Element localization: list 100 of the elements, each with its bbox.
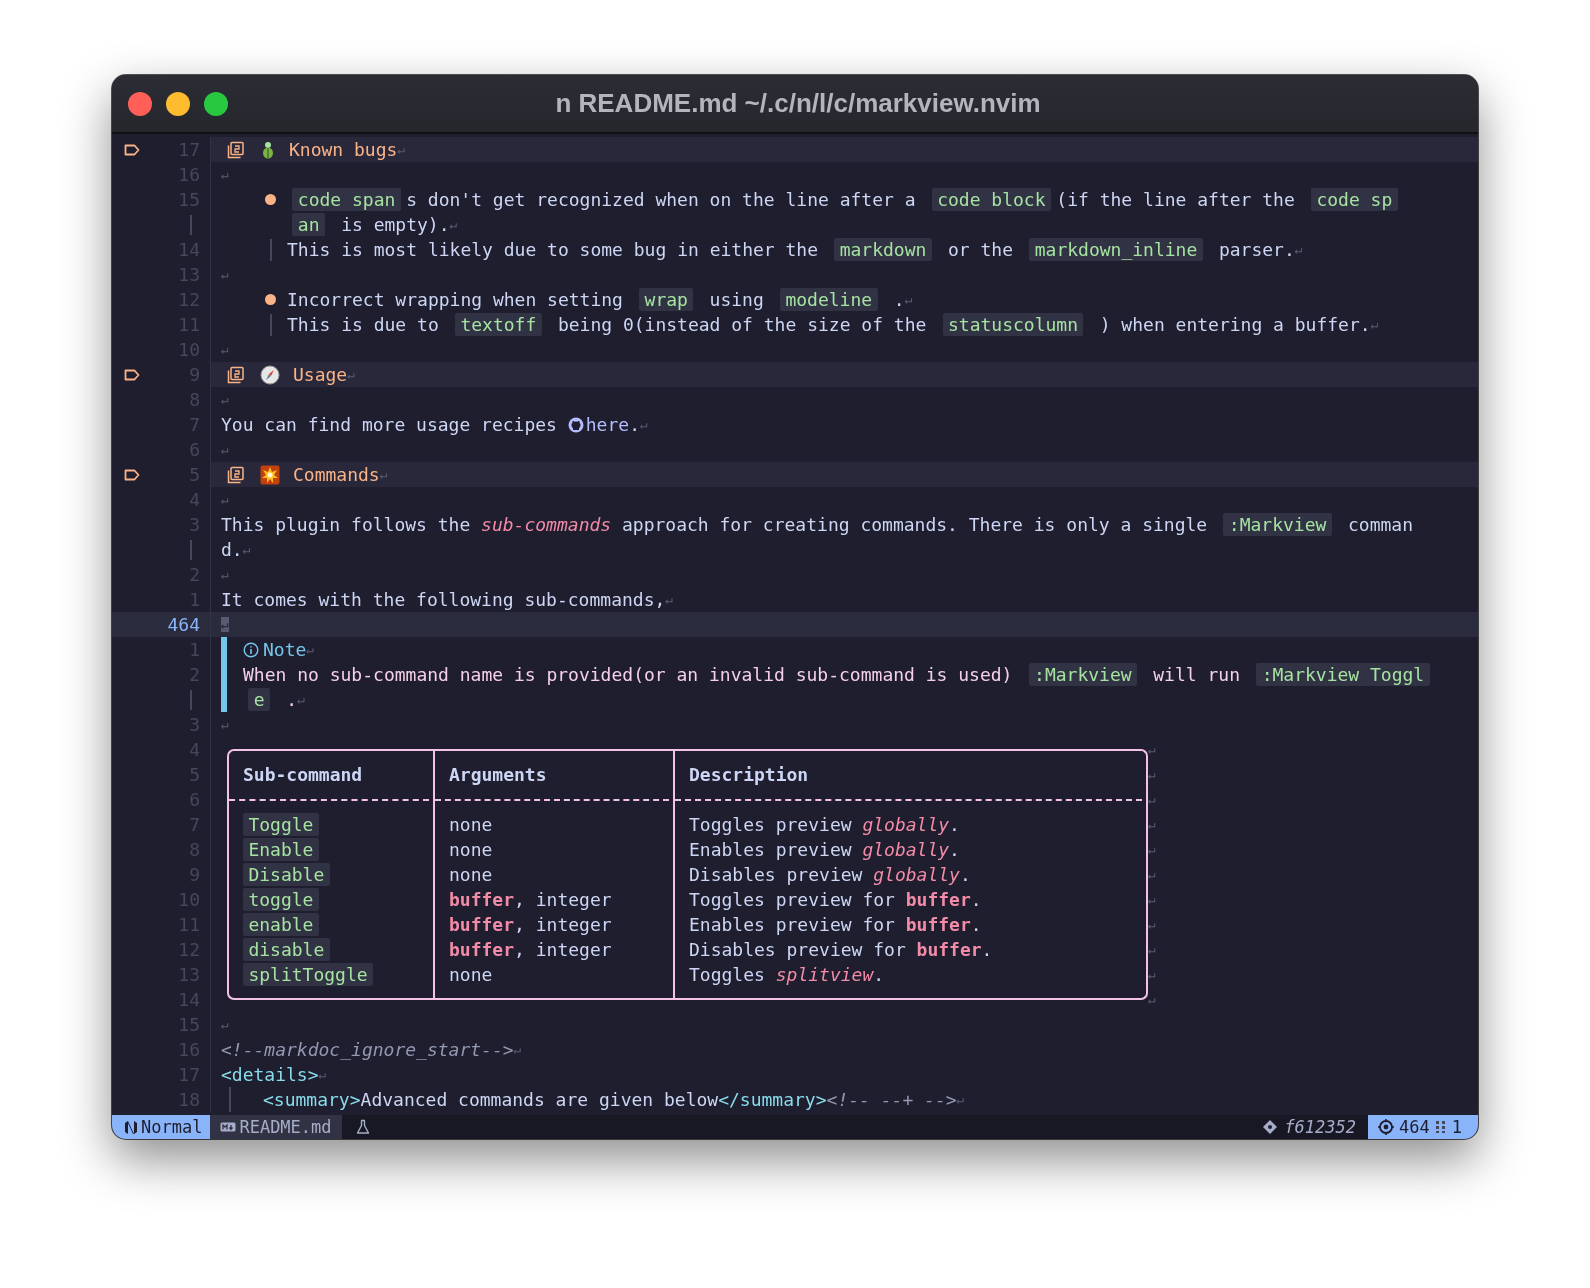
text: . [892,289,905,310]
text: being 0(instead of the size of the [556,314,928,335]
table-cell: Toggles preview for buffer. [689,889,982,910]
line-end-marker: ↵ [221,267,229,282]
minimize-button[interactable] [166,91,190,116]
table-cell: none [449,814,493,835]
html-tag: <summary> [263,1089,361,1110]
inline-code: toggle [243,888,319,911]
table-cell: buffer, integer [449,939,612,960]
column-header: Arguments [449,764,547,785]
line-end-marker: ↵ [297,692,305,707]
table-cell: Enables preview for buffer. [689,914,982,935]
line-end-marker: ↵ [397,142,406,157]
line-end-marker: ↵ [221,442,229,457]
callout-title: Note [263,639,307,660]
line-end-marker: ↵ [1148,942,1156,957]
git-commit-icon [1262,1119,1279,1135]
text: comman [1347,514,1414,535]
line-end-marker: ↵ [221,492,229,507]
line-end-marker: ↵ [1148,892,1156,907]
burst-icon [260,464,280,485]
line-end-marker: ↵ [1148,917,1156,932]
line-end-marker: ↵ [956,1092,965,1107]
bullet-icon [265,194,276,205]
wrap-marker [190,689,192,710]
commit-hash: f612352 [1284,1117,1357,1137]
heading-text: Commands [293,464,380,485]
inline-code: code sp [1311,188,1398,211]
link[interactable]: here [585,414,630,435]
line-end-marker: ↵ [379,467,388,482]
callout-text: . [285,689,298,710]
inline-code: markdown_inline [1029,238,1203,261]
line-end-marker: ↵ [449,217,458,232]
text: This is most likely due to some bug in either the [287,239,819,260]
text: You can find more usage recipes [221,414,558,435]
line-end-marker: ↵ [318,1067,327,1082]
inline-code: code block [931,188,1051,211]
inline-code: splitToggle [243,963,374,986]
column-header: Description [689,764,809,785]
line-end-marker: ↵ [1148,767,1156,782]
column-position: 1 [1451,1117,1462,1137]
line-end-marker: ↵ [1148,867,1156,882]
line-end-marker: ↵ [1148,742,1156,757]
line-end-marker: ↵ [904,292,913,307]
text: This plugin follows the [221,514,472,535]
inline-code: markdown [834,238,932,261]
inline-code: disable [243,938,330,961]
inline-code: :Markview [1028,663,1138,686]
inline-code: :Markview Toggl [1256,663,1430,686]
line-end-marker: ↵ [1148,992,1156,1007]
github-icon [567,416,584,433]
markdown-icon [220,1121,237,1133]
text: approach for creating commands. There is only a single [620,514,1209,535]
window-title: n README.md ~/.c/n/l/c/markview.nvim [554,88,1042,119]
text: Incorrect wrapping when setting [287,289,624,310]
table-cell: buffer, integer [449,889,612,910]
close-button[interactable] [128,91,152,116]
inline-code: wrap [639,288,694,311]
html-comment: <!-- --+ --> [826,1089,957,1110]
line-end-marker: ↵ [221,167,229,182]
inline-code: code span [292,188,401,211]
text: It comes with the following sub-commands, [221,589,666,610]
text: Advanced commands are given below [360,1089,719,1110]
line-end-marker: ↵ [665,592,674,607]
heading-text: Known bugs [289,139,398,160]
html-comment: <!--markdoc_ignore_start--> [221,1039,514,1060]
grid-icon [1434,1120,1447,1134]
table-cell: Enables preview globally. [689,839,960,860]
table-cell: Disables preview for buffer. [689,939,993,960]
table-cell: none [449,864,493,885]
wrap-marker [190,214,192,235]
heading-level-icon [227,465,245,484]
heading-text: Usage [293,364,348,385]
callout-text: will run [1152,664,1241,685]
line-number: 464 [167,614,200,635]
line-end-marker: ↵ [1148,792,1156,807]
line-end-marker: ↵ [513,1042,522,1057]
table-cell: none [449,839,493,860]
line-end-marker: ↵ [221,392,229,407]
bug-icon [260,140,276,159]
inline-code: enable [243,913,319,936]
table-cell: none [449,964,493,985]
inline-code: an [292,213,325,236]
line-end-marker: ↵ [1370,317,1379,332]
line-end-marker: ↵ [242,542,251,557]
maximize-button[interactable] [204,91,228,116]
line-end-marker: ↵ [1148,967,1156,982]
table-cell: Toggles splitview. [689,964,885,985]
line-end-marker: ↵ [1148,842,1156,857]
text: . [629,414,640,435]
line-end-marker: ↵ [1148,817,1156,832]
wrap-marker [190,539,192,560]
html-tag: <details> [221,1064,319,1085]
heading-level-icon [227,140,245,159]
text: is empty). [340,214,450,235]
info-icon [243,641,259,658]
table-cell: Disables preview globally. [689,864,971,885]
text: s don't get recognized when on the line after a [406,189,917,210]
compass-icon [260,364,280,385]
text: This is due to [287,314,440,335]
